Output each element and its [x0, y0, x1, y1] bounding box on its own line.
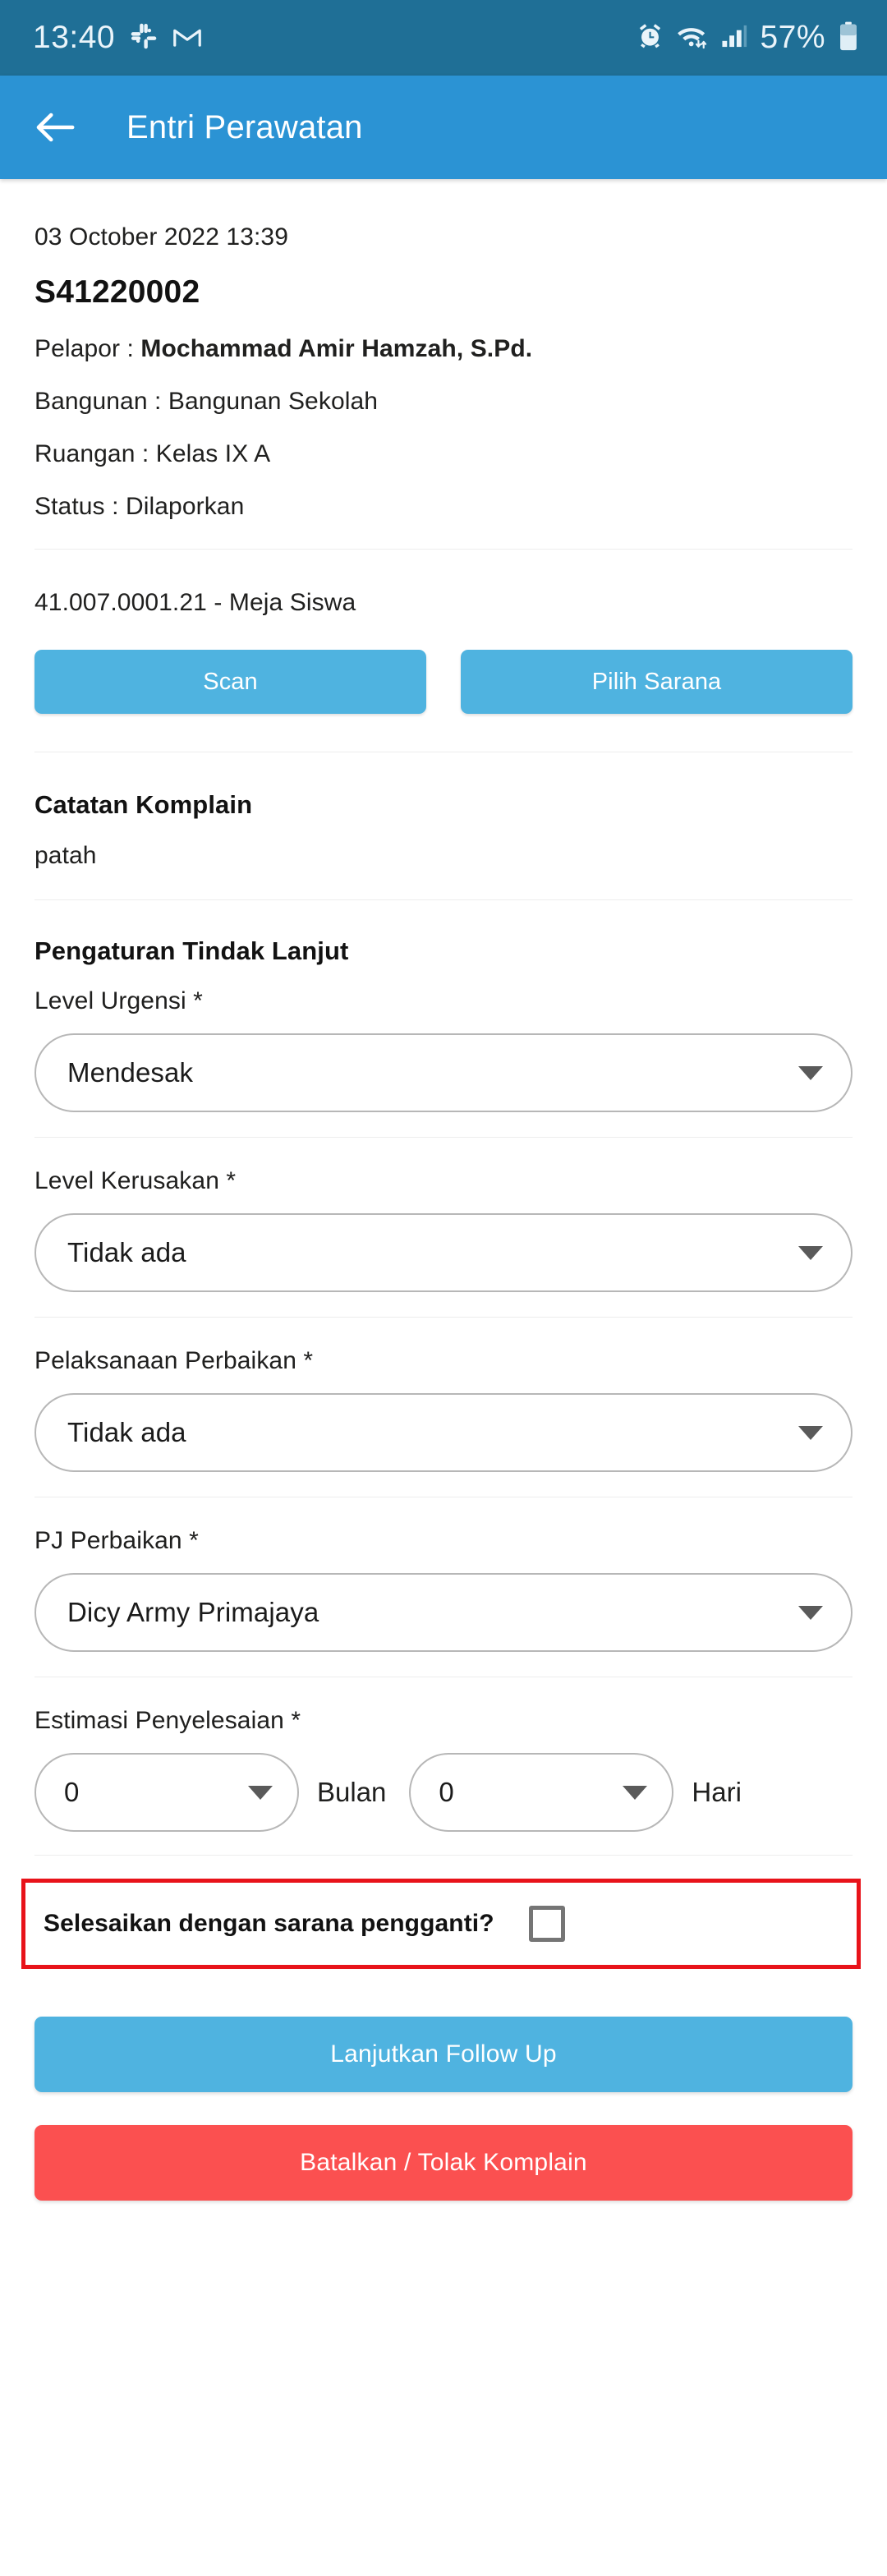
scan-button[interactable]: Scan: [34, 650, 426, 714]
divider: [34, 1855, 853, 1856]
field-pj-perbaikan: PJ Perbaikan * Dicy Army Primajaya: [0, 1497, 887, 1677]
reporter-row: Pelapor : Mochammad Amir Hamzah, S.Pd.: [34, 335, 853, 363]
field-pelaksanaan-perbaikan: Pelaksanaan Perbaikan * Tidak ada: [0, 1318, 887, 1497]
gmail-icon: [172, 24, 202, 53]
select-value: Dicy Army Primajaya: [67, 1597, 319, 1627]
field-estimasi-penyelesaian: Estimasi Penyelesaian * 0 Bulan 0 Hari: [0, 1677, 887, 1855]
replacement-highlight-annotation: Selesaikan dengan sarana pengganti?: [21, 1879, 861, 1969]
chevron-down-icon: [798, 1245, 823, 1260]
status-bar-right: 57%: [637, 20, 859, 56]
complaint-note: patah: [34, 842, 97, 869]
report-timestamp: 03 October 2022 13:39: [34, 223, 288, 251]
replacement-label: Selesaikan dengan sarana pengganti?: [44, 1910, 494, 1937]
followup-section: Pengaturan Tindak Lanjut: [0, 900, 887, 966]
replacement-checkbox[interactable]: [528, 1906, 565, 1942]
lanjutkan-follow-up-button[interactable]: Lanjutkan Follow Up: [34, 2017, 853, 2092]
main-content: 03 October 2022 13:39 S41220002 Pelapor …: [0, 223, 887, 2201]
estimasi-bulan-select[interactable]: 0: [34, 1753, 299, 1832]
estimasi-hari-select[interactable]: 0: [409, 1753, 674, 1832]
pj-perbaikan-select[interactable]: Dicy Army Primajaya: [34, 1573, 853, 1652]
chevron-down-icon: [798, 1065, 823, 1080]
field-level-kerusakan: Level Kerusakan * Tidak ada: [0, 1138, 887, 1317]
estimation-row: 0 Bulan 0 Hari: [34, 1753, 853, 1832]
field-label: Level Urgensi *: [34, 987, 203, 1014]
battery-percent: 57%: [760, 20, 825, 55]
field-level-urgensi: Level Urgensi * Mendesak: [0, 966, 887, 1137]
action-buttons: Lanjutkan Follow Up Batalkan / Tolak Kom…: [0, 1969, 887, 2201]
select-value: 0: [64, 1777, 80, 1807]
report-code: S41220002: [34, 274, 200, 310]
chevron-down-icon: [798, 1605, 823, 1620]
building-row: Bangunan : Bangunan Sekolah: [34, 388, 379, 415]
select-value: Tidak ada: [67, 1237, 186, 1267]
complaint-section-title: Catatan Komplain: [34, 790, 253, 819]
chevron-down-icon: [623, 1785, 648, 1800]
field-label: Estimasi Penyelesaian *: [34, 1707, 301, 1734]
page-title: Entri Perawatan: [126, 108, 363, 145]
alarm-icon: [637, 22, 664, 53]
phone-screen: 13:40 57% Entri Perawatan 03 October 202…: [0, 0, 887, 2576]
asset-buttons: Scan Pilih Sarana: [34, 650, 853, 714]
signal-icon: [721, 24, 747, 53]
status-bar: 13:40 57%: [0, 0, 887, 76]
field-label: Level Kerusakan *: [34, 1167, 237, 1194]
wifi-icon: [676, 22, 709, 53]
field-label: Pelaksanaan Perbaikan *: [34, 1347, 314, 1374]
reporter-label: Pelapor :: [34, 335, 141, 362]
reporter-value: Mochammad Amir Hamzah, S.Pd.: [140, 335, 533, 362]
pelaksanaan-perbaikan-select[interactable]: Tidak ada: [34, 1393, 853, 1472]
asset-section: 41.007.0001.21 - Meja Siswa Scan Pilih S…: [0, 550, 887, 752]
followup-section-title: Pengaturan Tindak Lanjut: [34, 936, 349, 965]
batalkan-tolak-komplain-button[interactable]: Batalkan / Tolak Komplain: [34, 2125, 853, 2201]
chevron-down-icon: [248, 1785, 273, 1800]
complaint-section: Catatan Komplain patah: [0, 752, 887, 899]
report-summary: 03 October 2022 13:39 S41220002 Pelapor …: [0, 223, 887, 521]
level-kerusakan-select[interactable]: Tidak ada: [34, 1213, 853, 1292]
app-bar: Entri Perawatan: [0, 76, 887, 179]
select-value: Mendesak: [67, 1057, 194, 1088]
chevron-down-icon: [798, 1425, 823, 1440]
status-row: Status : Dilaporkan: [34, 493, 245, 520]
battery-icon: [838, 21, 859, 55]
room-row: Ruangan : Kelas IX A: [34, 440, 271, 467]
status-clock: 13:40: [33, 20, 116, 55]
back-arrow-icon[interactable]: [34, 109, 76, 145]
bulan-unit-label: Bulan: [317, 1777, 387, 1807]
pilih-sarana-button[interactable]: Pilih Sarana: [461, 650, 853, 714]
select-value: Tidak ada: [67, 1417, 186, 1447]
hari-unit-label: Hari: [692, 1777, 742, 1807]
status-bar-left: 13:40: [33, 20, 202, 56]
level-urgensi-select[interactable]: Mendesak: [34, 1033, 853, 1112]
select-value: 0: [439, 1777, 454, 1807]
asset-name: 41.007.0001.21 - Meja Siswa: [34, 589, 356, 616]
slack-icon: [130, 22, 158, 54]
field-label: PJ Perbaikan *: [34, 1527, 199, 1554]
